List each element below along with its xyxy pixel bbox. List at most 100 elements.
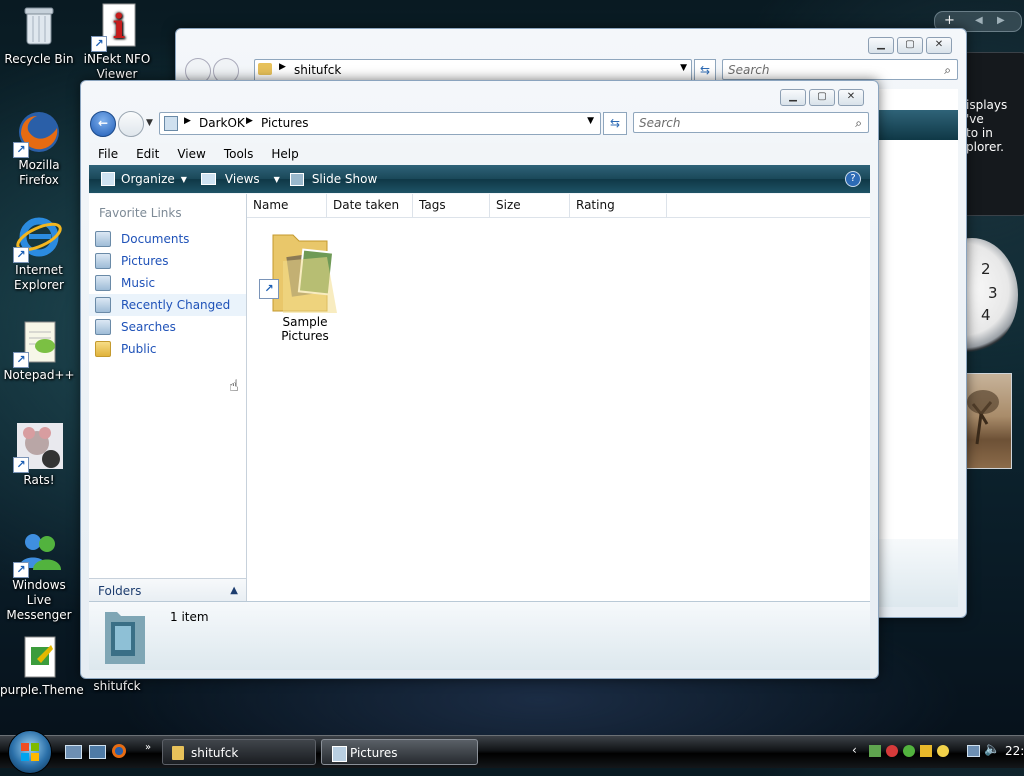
desktop-icon-nfo-viewer[interactable]: i ↗ iNFekt NFO Viewer (78, 2, 156, 82)
slideshow-label: Slide Show (311, 172, 378, 186)
column-name[interactable]: Name (247, 194, 327, 217)
back-search-input[interactable]: Search ⌕ (722, 59, 958, 80)
documents-icon (95, 231, 111, 247)
menu-file[interactable]: File (89, 147, 127, 161)
tray-messenger-icon[interactable] (903, 745, 915, 757)
gadget-info-text: isplays 've to in plorer. (966, 98, 1008, 154)
breadcrumb-item[interactable]: Pictures (261, 116, 309, 130)
shortcut-arrow-icon: ↗ (259, 279, 279, 299)
tray-stop-icon[interactable] (886, 745, 898, 757)
back-address-bar[interactable]: ▶ shitufck ▼ (254, 59, 692, 82)
show-desktop-icon[interactable] (65, 745, 82, 759)
maximize-icon[interactable]: ▢ (809, 89, 835, 106)
back-window-caption-buttons: ▁ ▢ ✕ (868, 37, 952, 54)
desktop-icon-recycle-bin[interactable]: Recycle Bin (0, 2, 78, 67)
system-clock[interactable]: 22:53 (1005, 744, 1024, 758)
desktop-icon-messenger[interactable]: ↗ Windows Live Messenger (0, 528, 78, 623)
recycle-bin-icon (15, 2, 63, 50)
theme-file-icon (15, 633, 63, 681)
chevron-down-icon[interactable]: ▼ (587, 116, 594, 126)
chevron-left-icon[interactable]: ‹ (852, 743, 857, 757)
maximize-icon[interactable]: ▢ (897, 37, 923, 54)
recently-changed-icon (95, 297, 111, 313)
folder-icon (172, 746, 184, 760)
column-size[interactable]: Size (490, 194, 570, 217)
sidebar-item-pictures[interactable]: Pictures (89, 250, 246, 272)
column-rating[interactable]: Rating (570, 194, 667, 217)
file-list[interactable]: Name Date taken Tags Size Rating ↗ Sampl… (229, 194, 870, 602)
minimize-icon[interactable]: ▁ (868, 37, 894, 54)
chevron-down-icon[interactable]: ▼ (680, 63, 687, 73)
menu-edit[interactable]: Edit (127, 147, 168, 161)
desktop-icon-purple-theme[interactable]: purple.Theme (0, 633, 84, 698)
taskbar: » shitufck Pictures ‹ 🔈 22:53 (0, 730, 1024, 774)
tray-app-icon[interactable] (869, 745, 881, 757)
desktop-icon-label: Windows Live Messenger (6, 578, 72, 622)
desktop-icon-label: Internet Explorer (14, 263, 64, 292)
chevron-up-icon: ▲ (230, 585, 238, 596)
recent-pages-chevron-icon[interactable]: ▼ (146, 118, 153, 128)
search-icon[interactable]: ⌕ (944, 60, 951, 81)
details-pane: 1 item (89, 601, 870, 670)
volume-icon[interactable]: 🔈 (984, 742, 1000, 757)
help-icon[interactable]: ? (845, 171, 861, 187)
network-icon[interactable] (967, 745, 980, 757)
breadcrumb-item[interactable]: DarkOK (199, 116, 245, 130)
refresh-icon[interactable]: ⇆ (694, 59, 716, 82)
tray-warning-icon[interactable] (920, 745, 932, 757)
switch-windows-icon[interactable] (89, 745, 106, 759)
menu-tools[interactable]: Tools (215, 147, 263, 161)
column-tags[interactable]: Tags (413, 194, 490, 217)
minimize-icon[interactable]: ▁ (780, 89, 806, 106)
favorite-links-heading: Favorite Links (99, 206, 182, 220)
search-input[interactable]: Search ⌕ (633, 112, 869, 133)
close-icon[interactable]: ✕ (926, 37, 952, 54)
menu-bar: File Edit View Tools Help (89, 143, 870, 165)
next-gadget-icon[interactable]: ▶ (997, 12, 1005, 30)
tray-app2-icon[interactable] (937, 745, 949, 757)
mouse-pointer-hand-icon: ☝ (229, 376, 239, 395)
quicklaunch-overflow-icon[interactable]: » (145, 742, 151, 753)
sidebar-item-searches[interactable]: Searches (89, 316, 246, 338)
sidebar-item-label: Searches (121, 320, 176, 334)
sidebar-item-music[interactable]: Music (89, 272, 246, 294)
desktop-icon-rats[interactable]: ↗ Rats! (0, 423, 78, 488)
list-item[interactable]: ↗ Sample Pictures (257, 221, 353, 343)
back-window-toolbar-strip (876, 110, 958, 140)
navigation-pane: Favorite Links Documents Pictures Music … (89, 194, 247, 602)
firefox-quicklaunch-icon[interactable] (112, 744, 126, 758)
sidebar-item-public[interactable]: Public (89, 338, 246, 360)
slideshow-button[interactable]: Slide Show (289, 172, 378, 186)
search-icon[interactable]: ⌕ (855, 113, 862, 134)
column-date-taken[interactable]: Date taken (327, 194, 413, 217)
back-icon[interactable]: ← (90, 111, 116, 137)
column-headers: Name Date taken Tags Size Rating (247, 194, 870, 218)
desktop-icon-internet-explorer[interactable]: ↗ Internet Explorer (0, 213, 78, 293)
shortcut-arrow-icon: ↗ (13, 142, 29, 158)
close-icon[interactable]: ✕ (838, 89, 864, 106)
sidebar-item-recently-changed[interactable]: Recently Changed (89, 294, 246, 316)
shortcut-arrow-icon: ↗ (91, 36, 107, 52)
desktop-icon-firefox[interactable]: ↗ Mozilla Firefox (0, 108, 78, 188)
refresh-icon[interactable]: ⇆ (603, 112, 627, 135)
shortcut-arrow-icon: ↗ (13, 562, 29, 578)
taskbar-button-pictures[interactable]: Pictures (321, 739, 478, 765)
desktop-icon-notepad-plus-plus[interactable]: ↗ Notepad++ (0, 318, 78, 383)
folders-toggle[interactable]: Folders ▲ (89, 578, 246, 602)
sidebar-item-label: Documents (121, 232, 190, 246)
menu-view[interactable]: View (168, 147, 214, 161)
prev-gadget-icon[interactable]: ◀ (975, 12, 983, 30)
organize-button[interactable]: Organize ▼ (101, 172, 187, 186)
rats-icon: ↗ (13, 423, 63, 473)
views-button[interactable]: Views ▼ (200, 172, 280, 186)
pictures-explorer-window[interactable]: ▁ ▢ ✕ ← ▼ ▶ DarkOK ▶ Pictures ▼ ⇆ Search… (80, 80, 879, 679)
back-window-details-strip (876, 539, 958, 607)
taskbar-button-shitufck[interactable]: shitufck (162, 739, 316, 765)
start-button[interactable] (8, 730, 52, 774)
forward-icon[interactable] (118, 111, 144, 137)
menu-help[interactable]: Help (262, 147, 307, 161)
address-bar[interactable]: ▶ DarkOK ▶ Pictures ▼ (159, 112, 601, 135)
sidebar-item-documents[interactable]: Documents (89, 228, 246, 250)
desktop-icon-label: purple.Theme (0, 683, 84, 697)
slideshow-gadget[interactable] (966, 373, 1012, 469)
